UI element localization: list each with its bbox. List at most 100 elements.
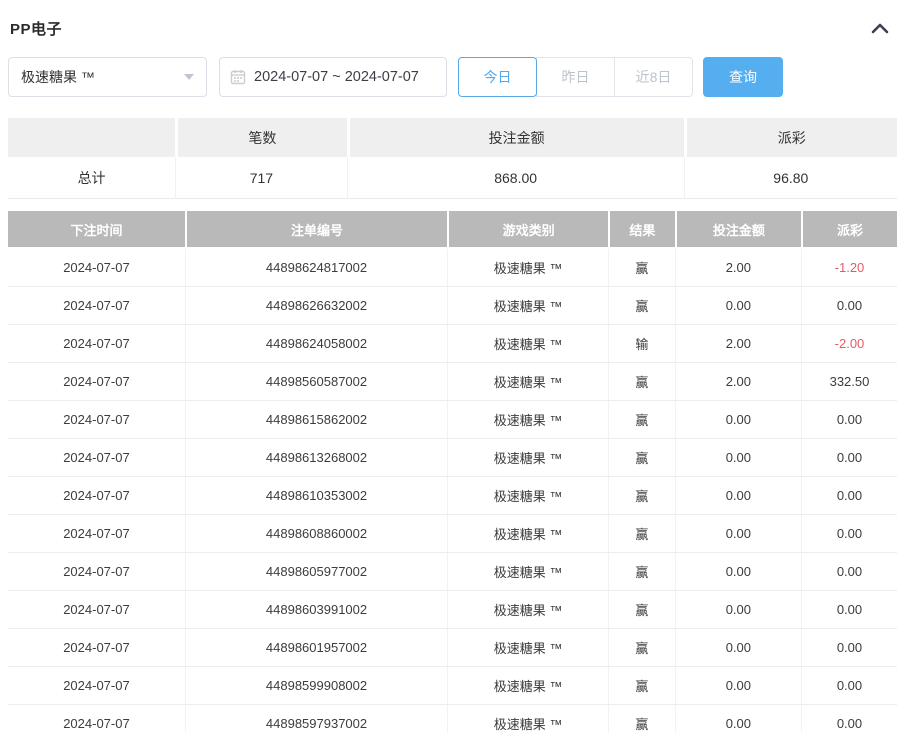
result-cell: 赢: [608, 667, 675, 705]
bet-amount-cell: 2.00: [675, 325, 801, 363]
bet-time-cell: 2024-07-07: [8, 325, 185, 363]
bet-time-cell: 2024-07-07: [8, 287, 185, 325]
bet-amount-cell: 0.00: [675, 477, 801, 515]
today-button[interactable]: 今日: [458, 57, 537, 97]
summary-header-row: 笔数 投注金额 派彩: [8, 118, 897, 157]
payout-cell: 0.00: [801, 477, 897, 515]
table-row: 2024-07-07 44898613268002 极速糖果 ™ 赢 0.00 …: [8, 439, 897, 477]
result-cell: 赢: [608, 401, 675, 439]
table-row: 2024-07-07 44898560587002 极速糖果 ™ 赢 2.00 …: [8, 363, 897, 401]
order-no-cell: 44898608860002: [185, 515, 447, 553]
result-cell: 赢: [608, 553, 675, 591]
chevron-down-icon: [184, 74, 194, 80]
date-range-input[interactable]: 2024-07-07 ~ 2024-07-07: [219, 57, 447, 97]
payout-cell: 0.00: [801, 515, 897, 553]
table-row: 2024-07-07 44898603991002 极速糖果 ™ 赢 0.00 …: [8, 591, 897, 629]
order-no-cell: 44898624058002: [185, 325, 447, 363]
result-cell: 赢: [608, 363, 675, 401]
order-no-cell: 44898624817002: [185, 249, 447, 287]
query-button[interactable]: 查询: [703, 57, 783, 97]
game-select-value: 极速糖果 ™: [21, 67, 95, 87]
game-type-cell: 极速糖果 ™: [447, 325, 608, 363]
order-no-cell: 44898603991002: [185, 591, 447, 629]
payout-cell: 0.00: [801, 553, 897, 591]
bet-amount-cell: 0.00: [675, 401, 801, 439]
summary-table: 笔数 投注金额 派彩 总计 717 868.00 96.80: [8, 118, 897, 199]
order-no-cell: 44898615862002: [185, 401, 447, 439]
payout-cell: 0.00: [801, 287, 897, 325]
filter-bar: 极速糖果 ™ 2024-07-07 ~ 2024-07-07 今日 昨日 近8日…: [8, 57, 897, 97]
bet-time-cell: 2024-07-07: [8, 401, 185, 439]
bet-time-cell: 2024-07-07: [8, 629, 185, 667]
summary-header-empty: [8, 118, 175, 157]
result-cell: 赢: [608, 629, 675, 667]
order-no-cell: 44898610353002: [185, 477, 447, 515]
order-no-cell: 44898626632002: [185, 287, 447, 325]
collapse-panel-button[interactable]: [869, 20, 891, 36]
result-cell: 赢: [608, 287, 675, 325]
table-row: 2024-07-07 44898624058002 极速糖果 ™ 输 2.00 …: [8, 325, 897, 363]
records-header-row: 下注时间 注单编号 游戏类别 结果 投注金额 派彩: [8, 211, 897, 249]
header-bet-time: 下注时间: [8, 211, 185, 249]
bet-amount-cell: 0.00: [675, 439, 801, 477]
result-cell: 赢: [608, 515, 675, 553]
total-payout: 96.80: [684, 157, 897, 199]
game-type-cell: 极速糖果 ™: [447, 477, 608, 515]
result-cell: 赢: [608, 705, 675, 732]
date-range-value: 2024-07-07 ~ 2024-07-07: [254, 69, 419, 85]
chevron-up-icon: [871, 22, 889, 37]
bet-time-cell: 2024-07-07: [8, 363, 185, 401]
game-type-cell: 极速糖果 ™: [447, 705, 608, 732]
summary-header-payout: 派彩: [684, 118, 897, 157]
header-payout: 派彩: [801, 211, 897, 249]
bet-time-cell: 2024-07-07: [8, 439, 185, 477]
bet-time-cell: 2024-07-07: [8, 249, 185, 287]
bet-time-cell: 2024-07-07: [8, 591, 185, 629]
last-8-days-button[interactable]: 近8日: [614, 57, 693, 97]
total-label: 总计: [8, 157, 175, 199]
order-no-cell: 44898597937002: [185, 705, 447, 732]
table-row: 2024-07-07 44898605977002 极速糖果 ™ 赢 0.00 …: [8, 553, 897, 591]
summary-header-bet-amount: 投注金额: [347, 118, 684, 157]
bet-time-cell: 2024-07-07: [8, 553, 185, 591]
bet-amount-cell: 0.00: [675, 705, 801, 732]
payout-cell: 0.00: [801, 591, 897, 629]
records-table: 下注时间 注单编号 游戏类别 结果 投注金额 派彩 2024-07-07 448…: [8, 211, 897, 732]
game-type-cell: 极速糖果 ™: [447, 553, 608, 591]
bet-amount-cell: 2.00: [675, 363, 801, 401]
order-no-cell: 44898560587002: [185, 363, 447, 401]
game-select[interactable]: 极速糖果 ™: [8, 57, 207, 97]
order-no-cell: 44898613268002: [185, 439, 447, 477]
order-no-cell: 44898605977002: [185, 553, 447, 591]
game-type-cell: 极速糖果 ™: [447, 591, 608, 629]
payout-cell: 332.50: [801, 363, 897, 401]
table-row: 2024-07-07 44898615862002 极速糖果 ™ 赢 0.00 …: [8, 401, 897, 439]
calendar-icon: [230, 69, 246, 85]
panel-header: PP电子: [8, 0, 897, 40]
table-row: 2024-07-07 44898626632002 极速糖果 ™ 赢 0.00 …: [8, 287, 897, 325]
bet-amount-cell: 0.00: [675, 553, 801, 591]
result-cell: 赢: [608, 477, 675, 515]
pp-games-panel: PP电子 极速糖果 ™ 2024-07-07 ~ 2024-07-07 今日 昨…: [0, 0, 905, 732]
table-row: 2024-07-07 44898610353002 极速糖果 ™ 赢 0.00 …: [8, 477, 897, 515]
payout-cell: 0.00: [801, 705, 897, 732]
total-bet-amount: 868.00: [347, 157, 684, 199]
records-body: 2024-07-07 44898624817002 极速糖果 ™ 赢 2.00 …: [8, 249, 897, 732]
bet-time-cell: 2024-07-07: [8, 477, 185, 515]
bet-time-cell: 2024-07-07: [8, 667, 185, 705]
bet-time-cell: 2024-07-07: [8, 515, 185, 553]
table-row: 2024-07-07 44898608860002 极速糖果 ™ 赢 0.00 …: [8, 515, 897, 553]
header-result: 结果: [608, 211, 675, 249]
payout-cell: 0.00: [801, 629, 897, 667]
order-no-cell: 44898601957002: [185, 629, 447, 667]
result-cell: 赢: [608, 591, 675, 629]
page-title: PP电子: [10, 18, 62, 39]
header-order-no: 注单编号: [185, 211, 447, 249]
bet-amount-cell: 0.00: [675, 515, 801, 553]
payout-cell: 0.00: [801, 667, 897, 705]
yesterday-button[interactable]: 昨日: [536, 57, 615, 97]
table-row: 2024-07-07 44898601957002 极速糖果 ™ 赢 0.00 …: [8, 629, 897, 667]
table-row: 2024-07-07 44898599908002 极速糖果 ™ 赢 0.00 …: [8, 667, 897, 705]
game-type-cell: 极速糖果 ™: [447, 401, 608, 439]
game-type-cell: 极速糖果 ™: [447, 287, 608, 325]
